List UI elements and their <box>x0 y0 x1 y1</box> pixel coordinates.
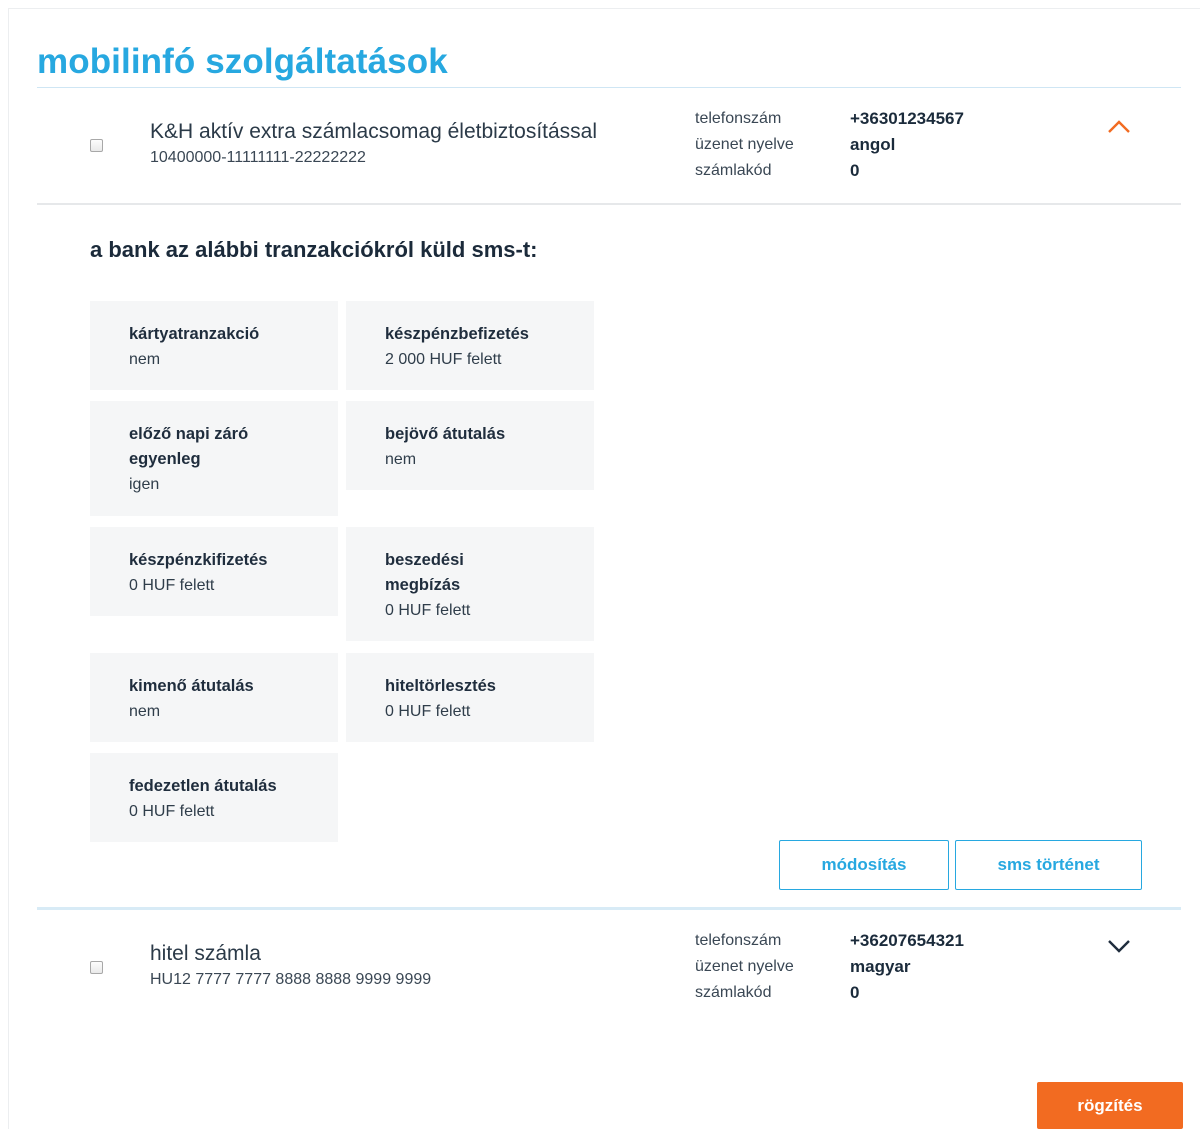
account-code-value: 0 <box>850 161 860 180</box>
sms-setting-tile: fedezetlen átutalás 0 HUF felett <box>90 753 338 842</box>
modify-button[interactable]: módosítás <box>779 840 949 890</box>
tile-value: 2 000 HUF felett <box>385 351 502 368</box>
tile-label: kimenő átutalás <box>129 677 254 695</box>
tile-label: beszedési <box>385 551 464 569</box>
sms-setting-tile: készpénzkifizetés 0 HUF felett <box>90 527 338 616</box>
account-name: K&H aktív extra számlacsomag életbiztosí… <box>150 120 598 143</box>
tile-label-line2: megbízás <box>385 576 461 594</box>
language-value: angol <box>850 135 896 154</box>
account-checkbox[interactable] <box>90 961 103 974</box>
tile-value: 0 HUF felett <box>129 577 215 594</box>
details-heading: a bank az alábbi tranzakciókról küld sms… <box>90 237 538 262</box>
phone-value: +36207654321 <box>850 931 964 950</box>
save-button[interactable]: rögzítés <box>1037 1082 1183 1129</box>
tile-value: 0 HUF felett <box>129 803 215 820</box>
tile-label: kártyatranzakció <box>129 325 260 343</box>
account-name: hitel számla <box>150 942 261 965</box>
sms-setting-tile: hiteltörlesztés 0 HUF felett <box>346 653 594 742</box>
account-number: HU12 7777 7777 8888 8888 9999 9999 <box>150 971 432 988</box>
tile-value: nem <box>129 351 161 368</box>
tile-label: előző napi záró <box>129 425 249 443</box>
tile-label: bejövő átutalás <box>385 425 506 443</box>
tile-value: 0 HUF felett <box>385 703 471 720</box>
account-divider <box>37 907 1181 910</box>
sms-setting-tile: beszedési megbízás 0 HUF felett <box>346 527 594 641</box>
tile-label: fedezetlen átutalás <box>129 777 277 795</box>
sms-history-button[interactable]: sms történet <box>955 840 1142 890</box>
sms-setting-tile: készpénzbefizetés 2 000 HUF felett <box>346 301 594 390</box>
sms-setting-tile: kimenő átutalás nem <box>90 653 338 742</box>
title-divider <box>37 87 1181 88</box>
account-code-value: 0 <box>850 983 860 1002</box>
tile-value: nem <box>129 703 161 720</box>
phone-value: +36301234567 <box>850 109 964 128</box>
account-number: 10400000-11111111-22222222 <box>150 149 366 166</box>
page-title: mobilinfó szolgáltatások <box>37 42 448 81</box>
chevron-up-icon[interactable] <box>1107 118 1131 136</box>
account-checkbox[interactable] <box>90 139 103 152</box>
account-code-label: számlakód <box>695 162 772 179</box>
sms-setting-tile: bejövő átutalás nem <box>346 401 594 490</box>
tile-label: készpénzbefizetés <box>385 325 529 343</box>
tile-value: 0 HUF felett <box>385 602 471 619</box>
chevron-down-icon[interactable] <box>1107 937 1131 955</box>
tile-label: készpénzkifizetés <box>129 551 268 569</box>
tile-label-line2: egyenleg <box>129 450 201 468</box>
sms-setting-tile: kártyatranzakció nem <box>90 301 338 390</box>
tile-value: igen <box>129 476 160 493</box>
tile-value: nem <box>385 451 417 468</box>
sms-setting-tile: előző napi záró egyenleg igen <box>90 401 338 516</box>
tile-label: hiteltörlesztés <box>385 677 496 695</box>
language-label: üzenet nyelve <box>695 136 794 153</box>
account-code-label: számlakód <box>695 984 772 1001</box>
section-divider <box>37 203 1181 205</box>
phone-label: telefonszám <box>695 110 782 127</box>
language-value: magyar <box>850 957 911 976</box>
language-label: üzenet nyelve <box>695 958 794 975</box>
phone-label: telefonszám <box>695 932 782 949</box>
